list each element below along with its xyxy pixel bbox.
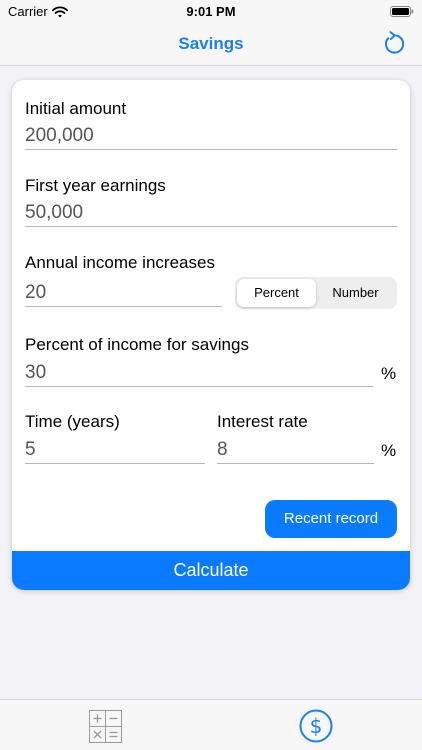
time-years-label: Time (years) [25,412,120,431]
battery-icon [390,6,414,17]
dollar-circle-icon[interactable]: $ [299,709,333,743]
nav-bar: Savings [0,24,422,66]
initial-amount-input[interactable] [25,125,397,147]
status-time: 9:01 PM [186,4,236,19]
interest-rate-label: Interest rate [217,412,308,431]
segment-number[interactable]: Number [316,279,395,307]
savings-percent-input[interactable] [25,362,373,384]
screen: Carrier 9:01 PM Savings Initial amount F… [0,0,422,750]
time-years-field[interactable] [25,438,205,464]
segment-percent[interactable]: Percent [237,279,316,307]
initial-amount-label: Initial amount [25,99,127,118]
savings-percent-field[interactable] [25,361,373,387]
refresh-icon[interactable] [380,30,408,58]
interest-rate-input[interactable] [217,439,374,461]
increase-type-segmented-control: Percent Number [235,277,397,309]
savings-percent-unit: % [381,364,397,383]
annual-income-increases-label: Annual income increases [25,253,215,272]
interest-rate-unit: % [381,441,397,460]
first-year-earnings-label: First year earnings [25,176,166,195]
tab-bar: $ [0,699,422,750]
annual-income-increases-input[interactable] [25,282,222,304]
first-year-earnings-input[interactable] [25,202,397,224]
initial-amount-field[interactable] [25,124,397,150]
calculator-icon[interactable] [89,710,122,743]
savings-percent-label: Percent of income for savings [25,335,249,354]
calculate-button[interactable]: Calculate [12,551,410,590]
status-bar: Carrier 9:01 PM [0,0,422,24]
form-card: Initial amount First year earnings Annua… [12,80,410,590]
time-years-input[interactable] [25,439,205,461]
first-year-earnings-field[interactable] [25,201,397,227]
annual-income-increases-field[interactable] [25,281,222,307]
interest-rate-field[interactable] [217,438,374,464]
page-title: Savings [178,34,244,53]
svg-text:$: $ [310,714,323,738]
recent-record-button[interactable]: Recent record [265,500,397,538]
